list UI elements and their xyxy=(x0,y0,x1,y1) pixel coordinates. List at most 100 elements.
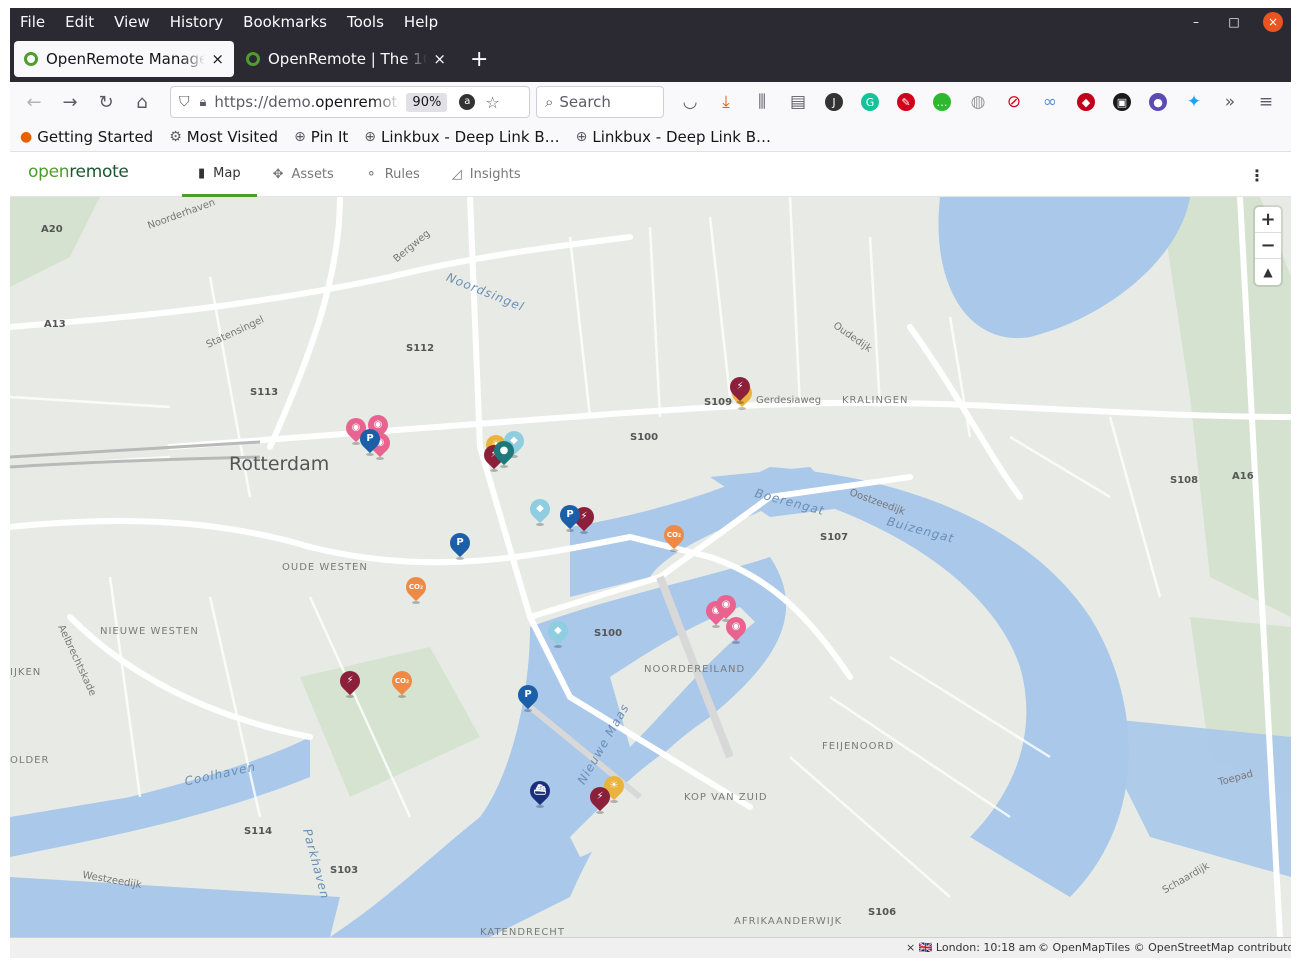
road-code-label: S100 xyxy=(594,628,623,639)
lock-icon[interactable]: 🔒︎ xyxy=(200,95,207,110)
extension-dark-icon[interactable]: ▣ xyxy=(1113,93,1131,111)
bookmark-linkbux-1[interactable]: ⊕ Linkbux - Deep Link B… xyxy=(358,128,565,146)
charger-marker[interactable]: ⚡ xyxy=(725,372,755,405)
parking-marker[interactable]: P xyxy=(445,528,475,561)
pocket-icon[interactable]: ◡ xyxy=(678,90,702,114)
bookmark-star-icon[interactable]: ☆ xyxy=(485,93,499,112)
bookmark-most-visited[interactable]: ⚙ Most Visited xyxy=(163,128,284,146)
water-marker[interactable]: ◆ xyxy=(525,494,555,527)
co2-marker[interactable]: CO₂ xyxy=(387,666,417,699)
world-clock[interactable]: × 🇬🇧 London: 10:18 am xyxy=(906,941,1036,954)
tab-openremote-site[interactable]: OpenRemote | The 100% × xyxy=(236,41,456,77)
parking-marker[interactable]: P xyxy=(513,680,543,713)
openremote-logo[interactable]: openremote xyxy=(28,162,129,182)
extension-j-icon[interactable]: J xyxy=(825,93,843,111)
district-label: NIEUWE WESTEN xyxy=(100,626,199,637)
teal-marker[interactable]: ● xyxy=(489,436,519,469)
extension-icons: ◡ ⤓ ⫼ ▤ J G ✎ … ◍ ⊘ ∞ ◆ ▣ ● ✦ » ≡ xyxy=(678,90,1278,114)
url-bar[interactable]: ⛉ 🔒︎ https://demo.openremote 90% a ☆ xyxy=(170,86,530,118)
extension-red-icon[interactable]: ✎ xyxy=(897,93,915,111)
light-marker[interactable]: ◉ xyxy=(721,612,751,645)
street-label: Gerdesiaweg xyxy=(756,395,822,406)
ublock-icon[interactable]: ◆ xyxy=(1077,93,1095,111)
globe-extension-icon[interactable]: ◍ xyxy=(966,90,990,114)
road-code-label: S100 xyxy=(630,432,659,443)
close-window-button[interactable]: × xyxy=(1263,12,1283,32)
reload-button[interactable]: ↻ xyxy=(88,86,124,118)
road-code-label: S108 xyxy=(1170,475,1199,486)
district-label: FEIJENOORD xyxy=(822,741,895,752)
tab-assets[interactable]: ✥ Assets xyxy=(257,152,350,197)
library-icon[interactable]: ⫼ xyxy=(750,90,774,114)
tab-map[interactable]: ▮ Map xyxy=(182,152,257,197)
co2-icon: CO₂ xyxy=(394,677,410,685)
more-options-icon[interactable]: ⋮ xyxy=(1249,166,1265,185)
parking-marker[interactable]: P xyxy=(555,500,585,533)
forward-button[interactable]: → xyxy=(52,86,88,118)
sidebar-icon[interactable]: ▤ xyxy=(786,90,810,114)
parking-icon: P xyxy=(566,509,574,520)
search-bar[interactable]: ⌕ Search xyxy=(536,86,664,118)
map-view[interactable]: Rotterdam OUDE WESTEN NIEUWE WESTEN NOOR… xyxy=(10,197,1291,937)
map-attribution[interactable]: © OpenMapTiles © OpenStreetMap contribut… xyxy=(1038,941,1291,954)
bookmark-getting-started[interactable]: ● Getting Started xyxy=(14,128,159,146)
url-text[interactable]: https://demo.openremote xyxy=(214,93,400,111)
zoom-out-button[interactable]: − xyxy=(1255,233,1281,259)
co2-marker[interactable]: CO₂ xyxy=(401,572,431,605)
zoom-in-button[interactable]: + xyxy=(1255,207,1281,233)
road-code-label: A20 xyxy=(41,224,63,235)
close-tab-icon[interactable]: × xyxy=(211,50,224,68)
menu-history[interactable]: History xyxy=(160,8,233,36)
chat-extension-icon[interactable]: … xyxy=(933,93,951,111)
overflow-icon[interactable]: » xyxy=(1218,90,1242,114)
back-button[interactable]: ← xyxy=(16,86,52,118)
shield-icon[interactable]: ⛉ xyxy=(179,94,190,110)
sensor-icon: ● xyxy=(499,445,509,456)
link-extension-icon[interactable]: ∞ xyxy=(1038,90,1062,114)
parking-icon: P xyxy=(524,689,532,700)
road-code-label: A13 xyxy=(44,319,66,330)
charger-marker[interactable]: ⚡ xyxy=(585,782,615,815)
menu-bar: File Edit View History Bookmarks Tools H… xyxy=(10,8,1291,36)
new-tab-button[interactable]: + xyxy=(470,47,488,72)
tab-rules[interactable]: ⚬ Rules xyxy=(350,152,436,197)
menu-help[interactable]: Help xyxy=(394,8,448,36)
district-label: AFRIKAANDERWIJK xyxy=(734,916,843,927)
menu-edit[interactable]: Edit xyxy=(55,8,104,36)
minimize-button[interactable]: – xyxy=(1187,13,1205,31)
close-tab-icon[interactable]: × xyxy=(433,50,446,68)
bookmark-linkbux-2[interactable]: ⊕ Linkbux - Deep Link B… xyxy=(570,128,777,146)
extension-planet-icon[interactable]: ● xyxy=(1149,93,1167,111)
water-drop-icon: ◆ xyxy=(554,625,562,636)
twitter-icon[interactable]: ✦ xyxy=(1182,90,1206,114)
browser-window: File Edit View History Bookmarks Tools H… xyxy=(10,8,1291,958)
menu-tools[interactable]: Tools xyxy=(337,8,394,36)
download-icon[interactable]: ⤓ xyxy=(714,90,738,114)
globe-icon: ⊕ xyxy=(294,128,306,145)
block-extension-icon[interactable]: ⊘ xyxy=(1002,90,1026,114)
window-controls: – □ × xyxy=(1187,8,1283,36)
tab-openremote-manager[interactable]: OpenRemote Manager D × xyxy=(14,41,234,77)
menu-file[interactable]: File xyxy=(10,8,55,36)
tab-insights[interactable]: ◿ Insights xyxy=(436,152,537,197)
menu-bookmarks[interactable]: Bookmarks xyxy=(233,8,337,36)
maximize-button[interactable]: □ xyxy=(1225,13,1243,31)
ship-marker[interactable]: ⛴ xyxy=(525,776,555,809)
bookmark-pin-it[interactable]: ⊕ Pin It xyxy=(288,128,354,146)
road-code-label: S109 xyxy=(704,397,733,408)
compass-button[interactable]: ▲ xyxy=(1255,259,1281,285)
co2-marker[interactable]: CO₂ xyxy=(659,520,689,553)
status-bar: × 🇬🇧 London: 10:18 am © OpenMapTiles © O… xyxy=(10,937,1291,958)
menu-view[interactable]: View xyxy=(104,8,160,36)
water-marker[interactable]: ◆ xyxy=(543,616,573,649)
amazon-extension-icon[interactable]: a xyxy=(459,94,476,110)
district-label: KRALINGEN xyxy=(842,395,909,406)
zoom-level[interactable]: 90% xyxy=(406,92,448,112)
district-label: NOORDEREILAND xyxy=(644,664,746,675)
hamburger-menu-icon[interactable]: ≡ xyxy=(1254,90,1278,114)
home-button[interactable]: ⌂ xyxy=(124,86,160,118)
grammarly-icon[interactable]: G xyxy=(861,93,879,111)
parking-marker[interactable]: P xyxy=(355,424,385,457)
charger-marker[interactable]: ⚡ xyxy=(335,666,365,699)
openremote-favicon-icon xyxy=(24,52,38,66)
